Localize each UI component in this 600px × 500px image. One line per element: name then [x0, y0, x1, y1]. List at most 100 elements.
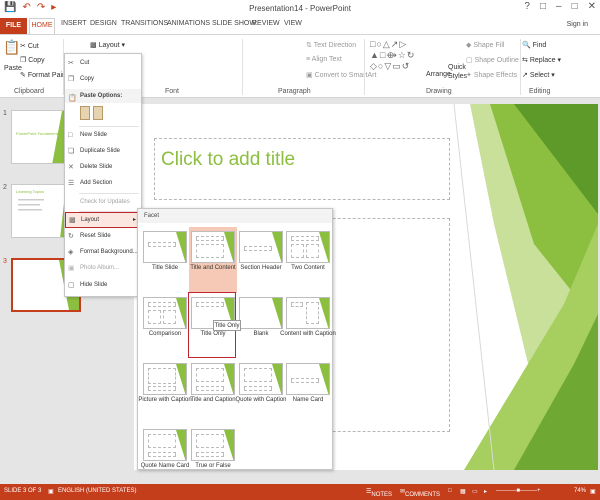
convert-smartart-button[interactable]: ▣ Convert to SmartArt: [306, 71, 376, 79]
tab-slideshow[interactable]: SLIDE SHOW: [212, 20, 256, 27]
layout-comparison[interactable]: Comparison: [141, 293, 189, 359]
ribbon-display-icon[interactable]: □: [540, 1, 546, 12]
shape-effects-button[interactable]: ✦ Shape Effects: [466, 71, 517, 79]
tab-insert[interactable]: INSERT: [61, 20, 87, 27]
context-menu: ✂ Cut ❐ Copy 📋 Paste Options: □ New Slide ❏ D…: [64, 53, 142, 297]
thumbnail-number: 2: [3, 184, 7, 191]
separator: [242, 39, 243, 95]
maximize-icon[interactable]: □: [572, 1, 578, 12]
menu-item-hide-slide[interactable]: ▢ Hide Slide: [65, 278, 141, 293]
align-text-button[interactable]: ≡ Align Text: [306, 56, 342, 63]
slideshow-view-icon[interactable]: ▸: [484, 488, 487, 495]
title-placeholder[interactable]: Click to add title: [154, 138, 450, 200]
layout-thumbnail: [239, 363, 283, 395]
layout-thumbnail: [239, 231, 283, 263]
layout-thumbnail: [143, 297, 187, 329]
select-button[interactable]: ↗ Select ▾: [522, 71, 555, 79]
layout-thumbnail: [286, 363, 330, 395]
minimize-icon[interactable]: –: [556, 1, 562, 12]
paste-use-destination-icon[interactable]: [80, 106, 90, 120]
slide-sorter-icon[interactable]: ▦: [460, 488, 466, 495]
layout-name-card[interactable]: Name Card: [284, 359, 332, 425]
zoom-slider[interactable]: –────■────+: [496, 488, 540, 494]
submenu-arrow-icon: ▸: [132, 217, 136, 223]
thumbnail-number: 1: [3, 110, 7, 117]
tab-review[interactable]: REVIEW: [252, 20, 280, 27]
language-indicator[interactable]: ENGLISH (UNITED STATES): [58, 488, 136, 494]
menu-item-layout[interactable]: ▩ Layout ▸: [65, 212, 141, 228]
group-clipboard: Clipboard: [14, 88, 44, 95]
menu-item-cut[interactable]: ✂ Cut: [65, 56, 141, 71]
tab-design[interactable]: DESIGN: [90, 20, 117, 27]
sign-in-link[interactable]: Sign in: [567, 21, 588, 28]
menu-item-format-background[interactable]: ◈ Format Background...: [65, 245, 141, 260]
layout-thumbnail: [286, 231, 330, 263]
menu-item-label: New Slide: [80, 132, 108, 138]
tab-home[interactable]: HOME: [29, 18, 55, 34]
find-button[interactable]: 🔍 Find: [522, 41, 546, 49]
slide-counter: SLIDE 3 OF 3: [4, 488, 42, 494]
text-direction-label: Text Direction: [313, 42, 357, 49]
help-icon[interactable]: ?: [524, 1, 530, 12]
convert-smartart-label: Convert to SmartArt: [314, 72, 377, 79]
shape-outline-button[interactable]: ▢ Shape Outline: [466, 56, 519, 64]
layout-thumbnail: [191, 231, 235, 263]
fit-to-window-icon[interactable]: ▣: [590, 488, 596, 495]
menu-item-reset-slide[interactable]: ↻ Reset Slide: [65, 229, 141, 244]
menu-item-duplicate-slide[interactable]: ❏ Duplicate Slide: [65, 144, 141, 159]
layout-picture-with-caption[interactable]: Picture with Caption: [138, 359, 192, 425]
layout-section-header[interactable]: Section Header: [237, 227, 285, 293]
scissors-icon: ✂: [68, 60, 74, 67]
layout-quote-name-card[interactable]: Quote Name Card: [141, 425, 189, 491]
layout-two-content[interactable]: Two Content: [284, 227, 332, 293]
window-title: Presentation14 - PowerPoint: [249, 4, 351, 13]
menu-item-delete-slide[interactable]: ✕ Delete Slide: [65, 160, 141, 175]
close-icon[interactable]: ✕: [588, 1, 596, 12]
paste-picture-icon[interactable]: [93, 106, 103, 120]
copy-button[interactable]: ❐ Copy: [20, 56, 45, 64]
tab-animations[interactable]: ANIMATIONS: [167, 20, 210, 27]
cut-label: Cut: [27, 43, 39, 50]
layout-thumbnail: [143, 231, 187, 263]
menu-item-copy[interactable]: ❐ Copy: [65, 72, 141, 87]
menu-item-label: Layout: [81, 217, 100, 223]
quick-styles-button[interactable]: Quick Styles: [448, 63, 467, 81]
replace-button[interactable]: ⇆ Replace ▾: [522, 56, 561, 64]
menu-item-label: Reset Slide: [80, 233, 111, 239]
layout-title-and-content[interactable]: Title and Content: [189, 227, 237, 293]
notes-button[interactable]: ☰ NOTES: [366, 488, 392, 498]
cut-button[interactable]: ✂ Cut: [20, 42, 39, 50]
reading-view-icon[interactable]: ▭: [472, 488, 478, 495]
album-icon: ▣: [68, 265, 75, 272]
delete-icon: ✕: [68, 164, 74, 171]
menu-paste-options-header: 📋 Paste Options:: [65, 89, 141, 103]
layout-tooltip: Title Only: [213, 320, 241, 331]
paste-icon[interactable]: 📋: [3, 39, 20, 56]
layout-label: True or False: [195, 463, 231, 469]
layout-button[interactable]: ▩ Layout ▾: [90, 41, 125, 49]
normal-view-icon[interactable]: □: [448, 488, 452, 494]
tab-file[interactable]: FILE: [0, 18, 27, 34]
menu-item-add-section[interactable]: ☰ Add Section: [65, 176, 141, 191]
shapes-gallery[interactable]: □○△↗▷ ▲□⟴☆↻ ◇○▽▭↺: [370, 39, 415, 72]
layout-title-slide[interactable]: Title Slide: [141, 227, 189, 293]
layout-blank[interactable]: Blank: [237, 293, 285, 359]
layout-true-or-false[interactable]: True or False: [189, 425, 237, 491]
copy-icon: ❐: [68, 76, 75, 83]
tab-view[interactable]: VIEW: [284, 20, 302, 27]
layout-title-and-caption[interactable]: Title and Caption: [189, 359, 237, 425]
tab-transitions[interactable]: TRANSITIONS: [121, 20, 168, 27]
layout-content-with-caption[interactable]: Content with Caption: [280, 293, 336, 359]
ribbon-tabs: FILE HOME INSERT DESIGN TRANSITIONS ANIM…: [0, 18, 600, 34]
spellcheck-icon[interactable]: ▣: [48, 488, 54, 495]
zoom-level[interactable]: 74%: [574, 488, 586, 494]
menu-item-new-slide[interactable]: □ New Slide: [65, 128, 141, 143]
layout-quote-with-caption[interactable]: Quote with Caption: [235, 359, 287, 425]
layout-label: Two Content: [291, 265, 325, 271]
layout-thumbnail: [143, 363, 187, 395]
comments-button[interactable]: ✉ COMMENTS: [400, 488, 440, 498]
shape-effects-label: Shape Effects: [473, 72, 518, 79]
shape-fill-button[interactable]: ◆ Shape Fill: [466, 41, 504, 49]
menu-item-label: Hide Slide: [80, 282, 108, 288]
text-direction-button[interactable]: ⇅ Text Direction: [306, 41, 356, 49]
